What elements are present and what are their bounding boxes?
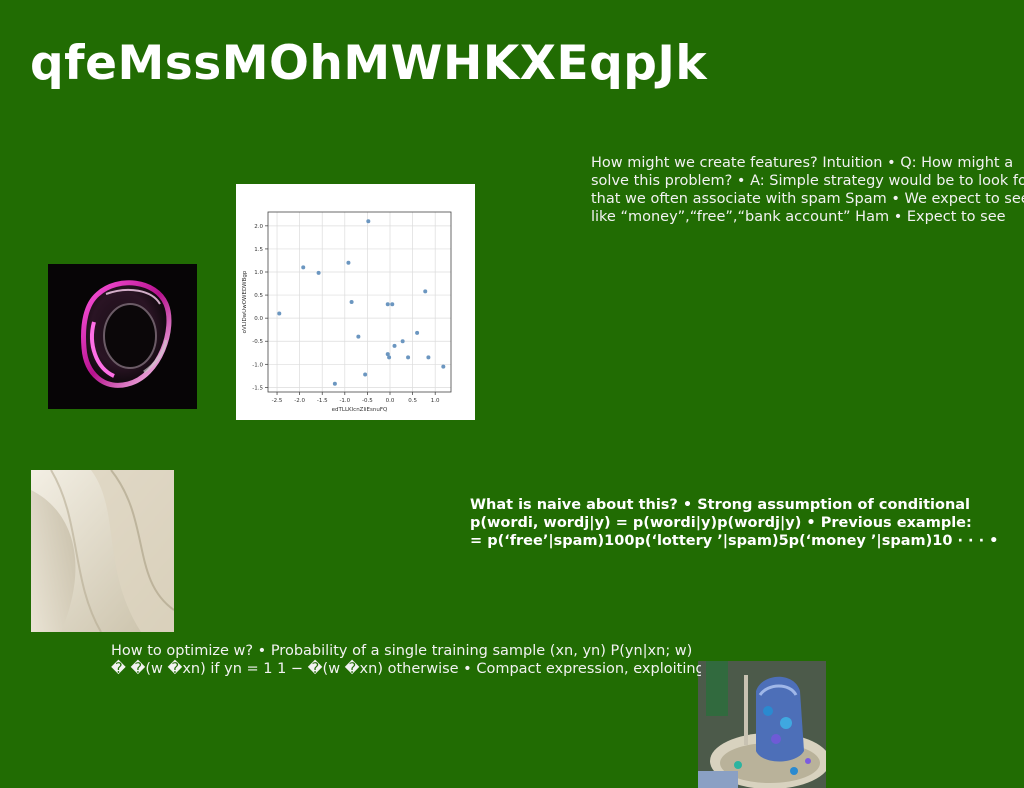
data-point	[301, 265, 306, 270]
y-tick-label: 2.0	[254, 224, 263, 230]
slide-title: qfeMssMOhMWHKXEqpJk	[30, 36, 708, 91]
blue-vessel-image	[698, 661, 826, 788]
y-tick-label: 0.0	[254, 316, 263, 322]
data-point	[390, 302, 395, 307]
data-point	[415, 330, 420, 335]
data-point	[392, 343, 397, 348]
data-point	[385, 302, 390, 307]
y-tick-label: 0.5	[254, 293, 263, 299]
data-point	[332, 381, 337, 386]
x-tick-label: 0.0	[386, 398, 395, 404]
x-axis-label: edTLLKlcnZliEsnuFQ	[332, 407, 388, 413]
data-point	[426, 355, 431, 360]
y-tick-label: 1.0	[254, 270, 263, 276]
y-tick-label: -1.5	[252, 385, 263, 391]
optimize-text: How to optimize w? • Probability of a si…	[111, 643, 701, 677]
cream-waves-image	[31, 470, 174, 632]
x-tick-label: -1.5	[317, 398, 328, 404]
x-tick-label: -2.0	[294, 398, 305, 404]
data-point	[346, 260, 351, 265]
y-tick-label: -1.0	[252, 362, 263, 368]
data-point	[349, 300, 354, 304]
y-axis-label: oVLIDwUwOWEDWBgp	[242, 270, 248, 333]
data-point	[423, 289, 428, 294]
blue-vessel-drawing	[698, 661, 826, 788]
x-tick-label: -1.0	[339, 398, 350, 404]
y-tick-label: -0.5	[252, 339, 263, 345]
data-point	[277, 311, 282, 316]
data-point	[387, 355, 392, 360]
x-tick-label: -0.5	[362, 398, 373, 404]
data-point	[400, 339, 405, 344]
data-point	[356, 334, 361, 339]
data-point	[366, 219, 371, 224]
scatter-chart: -2.5 -2.0 -1.5 -1.0 -0.5 0.0 0.5 1.0 -1.5 -1.0 -0.…	[236, 184, 475, 420]
abstract-glass-drawing	[81, 280, 172, 388]
data-point	[363, 372, 368, 377]
scatter-chart-svg: -2.5 -2.0 -1.5 -1.0 -0.5 0.0 0.5 1.0 -1.5 -1.0 -0.…	[242, 211, 452, 413]
cream-waves-drawing	[31, 470, 174, 632]
plot-frame	[267, 211, 452, 393]
x-tick-label: 1.0	[431, 398, 440, 404]
data-point	[316, 270, 321, 275]
data-point	[406, 355, 411, 360]
data-point	[441, 364, 446, 369]
abstract-glass-image	[48, 264, 197, 409]
naive-bayes-text: What is naive about this? • Strong assum…	[470, 497, 999, 549]
x-tick-label: 0.5	[408, 398, 417, 404]
x-tick-label: -2.5	[272, 398, 283, 404]
y-tick-label: 1.5	[254, 247, 263, 253]
features-text: How might we create features? Intuition …	[591, 155, 1024, 225]
